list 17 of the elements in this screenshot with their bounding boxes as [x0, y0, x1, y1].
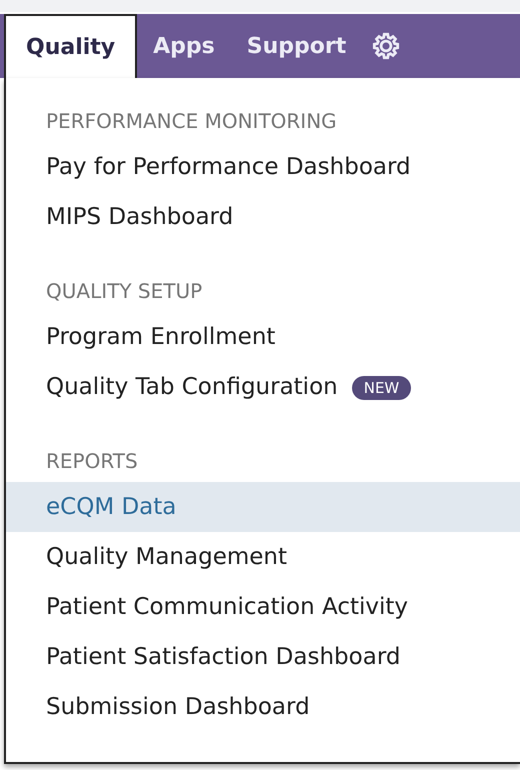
- menu-item[interactable]: Submission Dashboard: [6, 682, 520, 732]
- nav-tab[interactable]: Support: [230, 14, 362, 78]
- nav-tab[interactable]: Quality: [4, 14, 138, 78]
- menu-item[interactable]: Patient Communication Activity: [6, 582, 520, 632]
- nav-tab[interactable]: Apps: [137, 14, 231, 78]
- section-header: REPORTS: [45, 448, 139, 475]
- section-header: PERFORMANCE MONITORING: [45, 108, 338, 135]
- menu-item[interactable]: Pay for Performance Dashboard: [6, 142, 520, 192]
- menu-item[interactable]: eCQM Data: [6, 482, 520, 532]
- new-badge: NEW: [352, 376, 412, 400]
- settings-icon[interactable]: [372, 32, 400, 60]
- menu-item[interactable]: MIPS Dashboard: [6, 192, 520, 242]
- menu-item[interactable]: Patient Satisfaction Dashboard: [6, 632, 520, 682]
- menu-item[interactable]: Quality Tab Configuration NEW: [6, 362, 520, 412]
- section-header: QUALITY SETUP: [45, 278, 204, 305]
- menu-item[interactable]: Quality Management: [6, 532, 520, 582]
- menu-item[interactable]: Program Enrollment: [6, 312, 520, 362]
